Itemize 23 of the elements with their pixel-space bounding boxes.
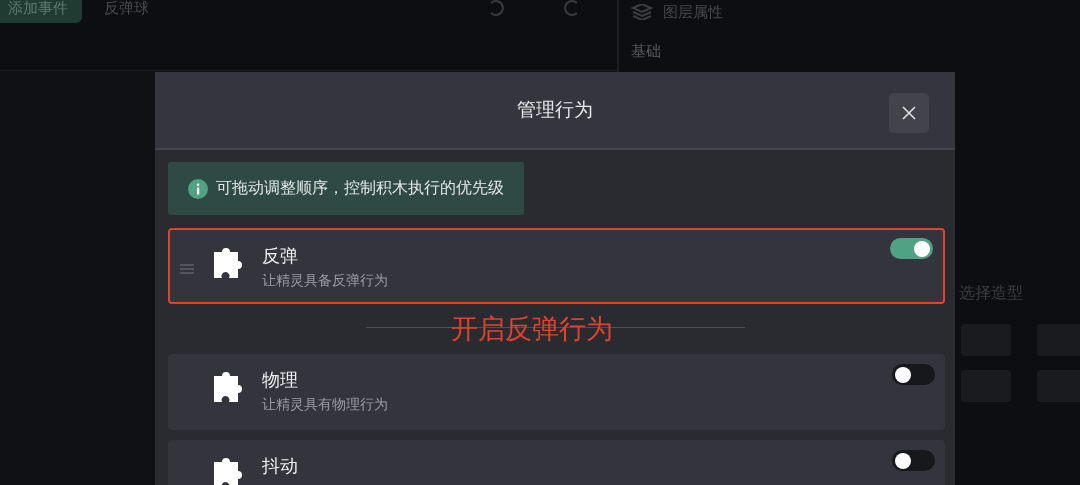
close-button[interactable] <box>889 93 929 133</box>
behavior-card[interactable]: 反弹 让精灵具备反弹行为 <box>168 228 945 304</box>
behavior-name: 反弹 <box>262 244 299 268</box>
undo-icon[interactable] <box>487 0 505 17</box>
behavior-description: 让精灵具有物理行为 <box>262 396 388 414</box>
panel-title: 图层属性 <box>663 2 723 22</box>
annotation-text: 开启反弹行为 <box>450 312 613 346</box>
info-icon <box>188 178 208 199</box>
dialog-title: 管理行为 <box>517 97 593 122</box>
hint-text: 可拖动调整顺序，控制积木执行的优先级 <box>216 178 504 199</box>
behavior-card[interactable]: 抖动 <box>168 440 945 485</box>
layers-icon <box>631 4 653 20</box>
toggle-switch[interactable] <box>892 364 935 385</box>
toggle-switch[interactable] <box>892 450 935 471</box>
behavior-name: 物理 <box>262 368 299 392</box>
drag-handle-icon[interactable] <box>180 264 194 274</box>
close-icon <box>901 105 917 121</box>
sprite-title: 反弹球 <box>104 0 150 18</box>
section-heading: 基础 <box>631 42 662 61</box>
behavior-card[interactable]: 物理 让精灵具有物理行为 <box>168 354 945 430</box>
toggle-switch[interactable] <box>890 238 933 259</box>
behavior-name: 抖动 <box>262 454 298 478</box>
behavior-description: 让精灵具备反弹行为 <box>262 272 388 290</box>
